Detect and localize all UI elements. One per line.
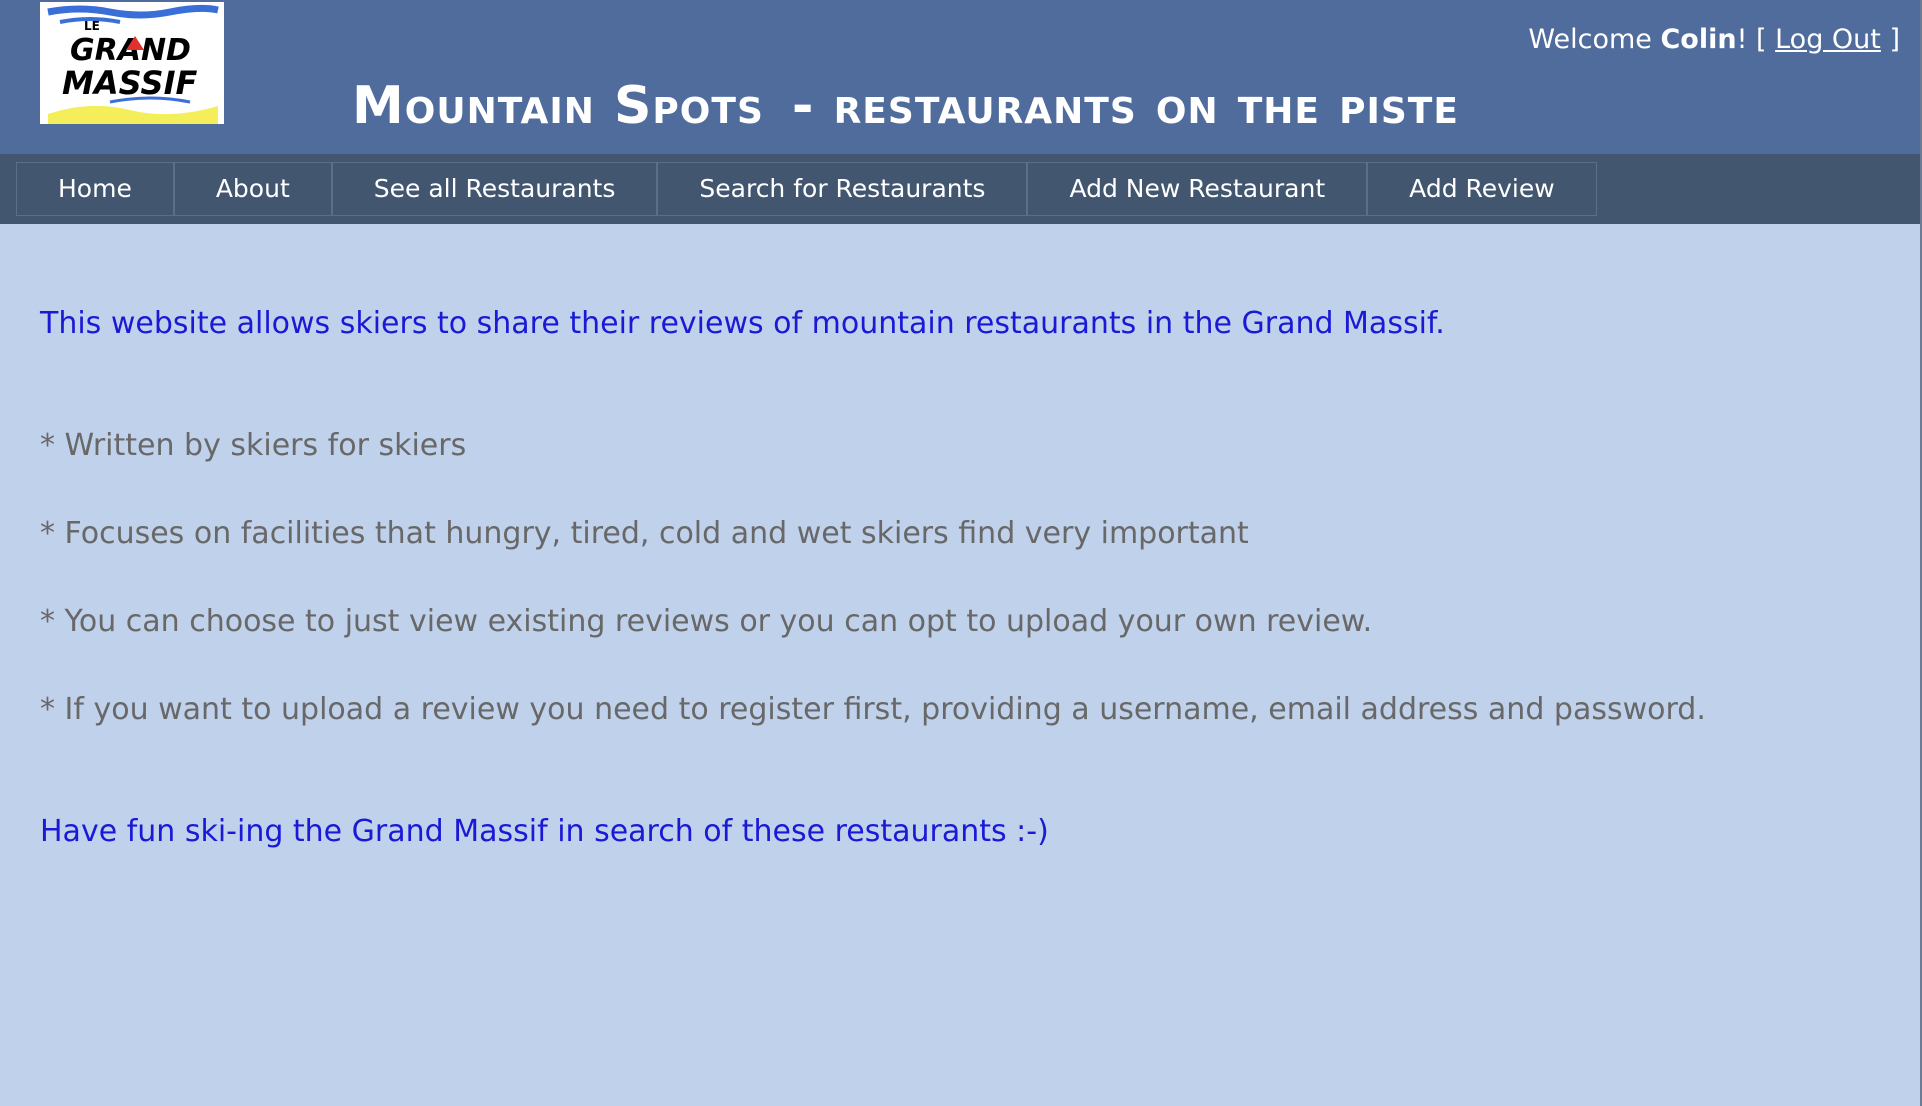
nav-items: Home About See all Restaurants Search fo… — [16, 162, 1597, 216]
welcome-username: Colin — [1660, 24, 1737, 55]
site-header: LE GRAND MASSIF Mountain Spots - restaura… — [0, 0, 1922, 154]
nav-item-about[interactable]: About — [173, 162, 332, 216]
feature-item: * Written by skiers for skiers — [40, 428, 467, 463]
welcome-prefix: Welcome — [1528, 24, 1661, 55]
svg-text:LE: LE — [84, 19, 100, 33]
welcome-message: Welcome Colin! [ Log Out ] — [1528, 24, 1900, 55]
welcome-close: ] — [1880, 24, 1900, 55]
svg-text:GRAND: GRAND — [70, 33, 191, 68]
nav-item-add-new-restaurant[interactable]: Add New Restaurant — [1027, 162, 1368, 216]
nav-item-see-all-restaurants[interactable]: See all Restaurants — [331, 162, 658, 216]
nav-item-search-restaurants[interactable]: Search for Restaurants — [657, 162, 1028, 216]
logout-link[interactable]: Log Out — [1775, 24, 1881, 55]
feature-item: * You can choose to just view existing r… — [40, 604, 1373, 639]
intro-text: This website allows skiers to share thei… — [40, 306, 1445, 341]
site-title-subtitle: - restaurants on the piste — [791, 76, 1459, 136]
welcome-suffix: ! [ — [1736, 24, 1776, 55]
main-nav: Home About See all Restaurants Search fo… — [0, 154, 1922, 224]
site-title: Mountain Spots - restaurants on the piste — [352, 76, 1459, 136]
svg-text:MASSIF: MASSIF — [62, 64, 197, 102]
logo-graphic: LE GRAND MASSIF — [47, 4, 219, 124]
nav-item-add-review[interactable]: Add Review — [1367, 162, 1597, 216]
outro-text: Have fun ski-ing the Grand Massif in sea… — [40, 814, 1049, 849]
feature-item: * If you want to upload a review you nee… — [40, 692, 1706, 727]
feature-item: * Focuses on facilities that hungry, tir… — [40, 516, 1249, 551]
nav-item-home[interactable]: Home — [16, 162, 174, 216]
main-content: This website allows skiers to share thei… — [40, 306, 1880, 849]
feature-list: * Written by skiers for skiers * Focuses… — [40, 428, 1880, 780]
site-title-main: Mountain Spots — [352, 76, 764, 136]
grand-massif-logo[interactable]: LE GRAND MASSIF — [40, 2, 224, 124]
